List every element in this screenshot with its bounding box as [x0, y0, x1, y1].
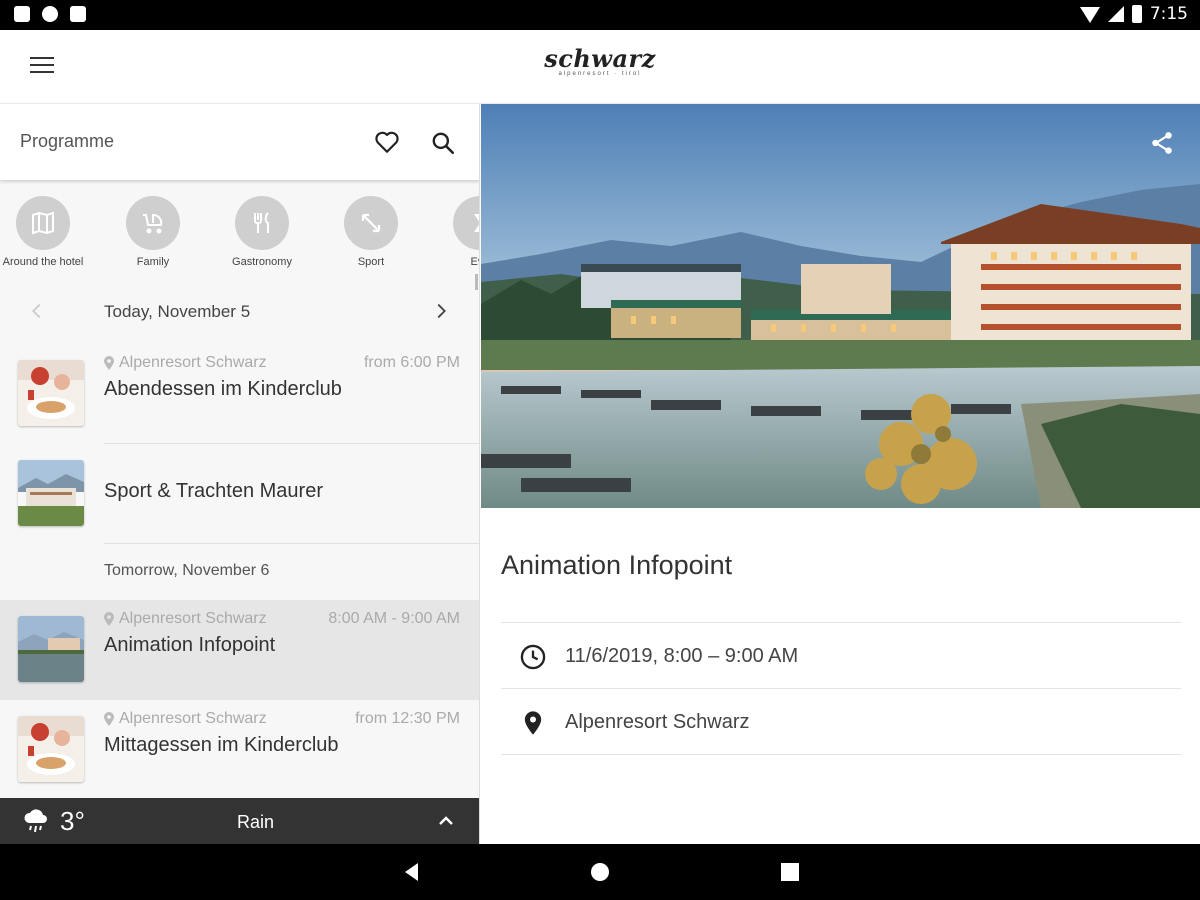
expand-arrows-icon: [361, 213, 381, 233]
clock-icon: [520, 644, 546, 670]
sd-card-icon: [70, 6, 86, 22]
chevron-right-icon[interactable]: [430, 300, 452, 322]
hourglass-icon: [474, 214, 479, 232]
event-item[interactable]: Alpenresort Schwarz from 12:30 PM Mittag…: [0, 700, 479, 800]
brand-logo: schwarz alpenresort · tirol: [544, 44, 656, 77]
event-location: Alpenresort Schwarz: [104, 710, 267, 728]
divider: [501, 754, 1181, 755]
sync-icon: [42, 6, 58, 22]
category-around-the-hotel[interactable]: Around the hotel: [0, 190, 93, 268]
menu-icon[interactable]: [30, 57, 54, 75]
event-name: Abendessen im Kinderclub: [104, 378, 342, 400]
recents-icon[interactable]: [778, 860, 802, 884]
event-thumbnail: [18, 360, 84, 426]
event-detail-title: Animation Infopoint: [501, 550, 733, 580]
programme-list-panel: Programme Around the hotel Family Gastro…: [0, 104, 480, 844]
event-location-detail: Alpenresort Schwarz: [565, 711, 750, 733]
event-name: Mittagessen im Kinderclub: [104, 734, 339, 756]
current-date: Today, November 5: [104, 302, 251, 321]
stroller-icon: [143, 214, 163, 234]
event-detail-panel: Animation Infopoint 11/6/2019, 8:00 – 9:…: [481, 104, 1200, 844]
app-bar: schwarz alpenresort · tirol: [0, 30, 1200, 104]
event-location: Alpenresort Schwarz: [104, 354, 267, 372]
category-events[interactable]: Eve: [430, 190, 479, 268]
event-thumbnail: [18, 616, 84, 682]
search-icon[interactable]: [430, 130, 456, 156]
event-item[interactable]: Sport & Trachten Maurer: [0, 444, 479, 544]
category-sport[interactable]: Sport: [321, 190, 421, 268]
status-bar: 7:15: [0, 0, 1200, 30]
rain-cloud-icon: [24, 809, 47, 833]
heart-icon[interactable]: [374, 130, 400, 154]
home-icon[interactable]: [588, 860, 612, 884]
event-time: from 6:00 PM: [363, 354, 460, 371]
scrollbar-thumb[interactable]: [475, 274, 478, 290]
event-item[interactable]: Alpenresort Schwarz from 6:00 PM Abendes…: [0, 344, 479, 444]
map-icon: [32, 211, 54, 235]
category-carousel[interactable]: Around the hotel Family Gastronomy Sport…: [0, 190, 479, 280]
category-family[interactable]: Family: [103, 190, 203, 268]
location-pin-icon: [524, 711, 542, 735]
chevron-up-icon[interactable]: [436, 812, 456, 828]
event-location: Alpenresort Schwarz: [104, 610, 267, 628]
battery-icon: [1131, 5, 1142, 23]
weather-bar[interactable]: 3° Rain: [0, 798, 479, 844]
weather-temperature: 3°: [60, 806, 85, 836]
system-nav-bar: [0, 844, 1200, 900]
back-icon[interactable]: [400, 860, 424, 884]
chevron-left-icon[interactable]: [26, 300, 48, 322]
wifi-icon: [1079, 7, 1100, 23]
day-navigator: Today, November 5: [0, 290, 479, 334]
event-datetime: 11/6/2019, 8:00 – 9:00 AM: [565, 645, 799, 667]
event-time: 8:00 AM - 9:00 AM: [328, 610, 460, 627]
category-gastronomy[interactable]: Gastronomy: [212, 190, 312, 268]
weather-condition: Rain: [237, 812, 275, 832]
location-pin-icon: [104, 712, 114, 726]
signal-icon: [1107, 6, 1124, 22]
event-datetime-row: 11/6/2019, 8:00 – 9:00 AM: [501, 622, 1181, 688]
status-time: 7:15: [1149, 4, 1188, 24]
section-header-tomorrow: Tomorrow, November 6: [104, 562, 270, 579]
divider: [104, 543, 479, 544]
cutlery-icon: [254, 212, 269, 233]
programme-title: Programme: [20, 131, 115, 151]
location-pin-icon: [104, 612, 114, 626]
event-item-selected[interactable]: Alpenresort Schwarz 8:00 AM - 9:00 AM An…: [0, 600, 479, 700]
event-thumbnail: [18, 460, 84, 526]
event-location-row[interactable]: Alpenresort Schwarz: [501, 688, 1181, 754]
programme-header: Programme: [0, 104, 479, 180]
event-thumbnail: [18, 716, 84, 782]
notification-icon: [14, 6, 30, 22]
event-hero-image: [481, 104, 1200, 508]
event-name: Sport & Trachten Maurer: [104, 480, 323, 502]
location-pin-icon: [104, 356, 114, 370]
share-icon[interactable]: [1149, 130, 1175, 156]
event-name: Animation Infopoint: [104, 634, 276, 656]
event-time: from 12:30 PM: [355, 710, 460, 727]
